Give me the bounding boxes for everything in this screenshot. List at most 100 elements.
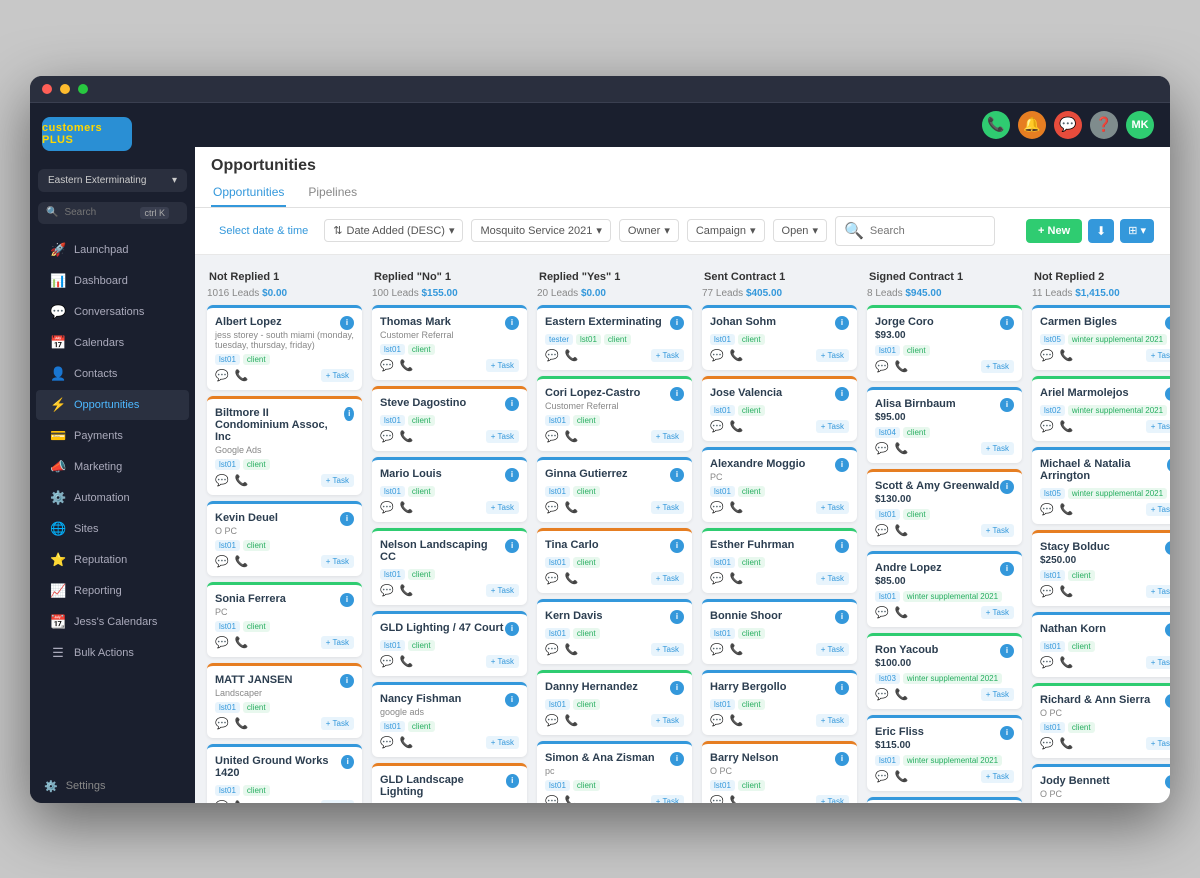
kanban-card[interactable]: Michael & Natalia Arrington i lst05winte… [1032,447,1170,524]
phone-icon[interactable]: 📞 [235,369,249,382]
task-button[interactable]: + Task [981,360,1014,373]
sidebar-item-marketing[interactable]: 📣 Marketing [36,452,189,482]
reply-icon[interactable]: 💬 [875,606,889,619]
kanban-card[interactable]: Danny Hernandez i lst01client 💬 📞 + Task [537,670,692,735]
phone-icon[interactable]: 📞 [565,430,579,443]
task-button[interactable]: + Task [321,800,354,803]
card-info-icon[interactable]: i [340,593,354,607]
card-info-icon[interactable]: i [505,693,519,707]
phone-icon[interactable]: 📞 [982,111,1010,139]
task-button[interactable]: + Task [1146,349,1170,362]
phone-icon[interactable]: 📞 [895,688,909,701]
sidebar-item-conversations[interactable]: 💬 Conversations [36,297,189,327]
task-button[interactable]: + Task [1146,656,1170,669]
sidebar-item-sites[interactable]: 🌐 Sites [36,514,189,544]
kanban-card[interactable]: GLD Landscape Lighting i lst01client 💬 📞… [372,763,527,803]
card-info-icon[interactable]: i [670,681,684,695]
phone-icon[interactable]: 📞 [730,714,744,727]
card-info-icon[interactable]: i [835,752,849,766]
task-button[interactable]: + Task [651,795,684,803]
kanban-card[interactable]: Nathan Korn i lst01client 💬 📞 + Task [1032,612,1170,677]
kanban-card[interactable]: Albert Lopez i jess storey - south miami… [207,305,362,390]
kanban-card[interactable]: Bonnie Shoor i lst01client 💬 📞 + Task [702,599,857,664]
phone-icon[interactable]: 📞 [1060,503,1074,516]
sidebar-item-launchpad[interactable]: 🚀 Launchpad [36,235,189,265]
kanban-card[interactable]: Scott & Amy Greenwald i $130.00 lst01cli… [867,469,1022,545]
kanban-card[interactable]: Cori Lopez-Castro i Customer Referral ls… [537,376,692,451]
card-info-icon[interactable]: i [505,622,519,636]
task-button[interactable]: + Task [816,349,849,362]
kanban-card[interactable]: Nelson Landscaping CC i lst01client 💬 📞 … [372,528,527,605]
download-button[interactable]: ⬇ [1088,219,1114,243]
phone-icon[interactable]: 📞 [730,795,744,803]
card-info-icon[interactable]: i [1000,480,1014,494]
tab-pipelines[interactable]: Pipelines [306,179,359,207]
task-button[interactable]: + Task [486,584,519,597]
kanban-card[interactable]: Stacy Bolduc i $250.00 lst01client 💬 📞 +… [1032,530,1170,606]
reply-icon[interactable]: 💬 [710,420,724,433]
task-button[interactable]: + Task [1146,737,1170,750]
phone-icon[interactable]: 📞 [730,501,744,514]
phone-icon[interactable]: 📞 [235,636,249,649]
reply-icon[interactable]: 💬 [545,795,559,803]
reply-icon[interactable]: 💬 [545,643,559,656]
kanban-card[interactable]: Jose Valencia i lst01client 💬 📞 + Task [702,376,857,441]
task-button[interactable]: + Task [816,643,849,656]
search-input[interactable] [64,207,134,218]
kanban-card[interactable]: Eric Fliss i $115.00 lst01winter supplem… [867,715,1022,791]
card-info-icon[interactable]: i [344,407,354,421]
phone-icon[interactable]: 📞 [235,474,249,487]
phone-icon[interactable]: 📞 [565,795,579,803]
company-selector[interactable]: Eastern Exterminating ▾ [38,169,187,192]
task-button[interactable]: + Task [486,655,519,668]
sort-filter[interactable]: ⇅ Date Added (DESC) ▾ [324,219,463,242]
kanban-card[interactable]: Vince Castro i 💬 📞 + Task [867,797,1022,803]
reply-icon[interactable]: 💬 [875,688,889,701]
card-info-icon[interactable]: i [505,468,519,482]
kanban-card[interactable]: Carmen Bigles i lst05winter supplemental… [1032,305,1170,370]
reply-icon[interactable]: 💬 [1040,737,1054,750]
kanban-card[interactable]: Kern Davis i lst01client 💬 📞 + Task [537,599,692,664]
reply-icon[interactable]: 💬 [545,430,559,443]
task-button[interactable]: + Task [816,420,849,433]
task-button[interactable]: + Task [651,349,684,362]
task-button[interactable]: + Task [651,714,684,727]
card-info-icon[interactable]: i [1165,387,1170,401]
reply-icon[interactable]: 💬 [1040,656,1054,669]
reply-icon[interactable]: 💬 [710,572,724,585]
reply-icon[interactable]: 💬 [545,714,559,727]
kanban-card[interactable]: Thomas Mark i Customer Referral lst01cli… [372,305,527,380]
sidebar-item-dashboard[interactable]: 📊 Dashboard [36,266,189,296]
task-button[interactable]: + Task [816,572,849,585]
task-button[interactable]: + Task [321,555,354,568]
card-info-icon[interactable]: i [835,610,849,624]
task-button[interactable]: + Task [1146,585,1170,598]
browser-close[interactable] [42,84,52,94]
kanban-card[interactable]: Mario Louis i lst01client 💬 📞 + Task [372,457,527,522]
phone-icon[interactable]: 📞 [565,714,579,727]
kanban-card[interactable]: Jody Bennett i O PC lst01client 💬 📞 + Ta… [1032,764,1170,803]
task-button[interactable]: + Task [651,572,684,585]
sidebar-item-jess-calendars[interactable]: 📆 Jess's Calendars [36,607,189,637]
sidebar-item-calendars[interactable]: 📅 Calendars [36,328,189,358]
kanban-card[interactable]: Steve Dagostino i lst01client 💬 📞 + Task [372,386,527,451]
pipeline-filter[interactable]: Mosquito Service 2021 ▾ [471,219,610,242]
reply-icon[interactable]: 💬 [545,349,559,362]
browser-minimize[interactable] [60,84,70,94]
phone-icon[interactable]: 📞 [400,655,414,668]
reply-icon[interactable]: 💬 [215,717,229,730]
card-info-icon[interactable]: i [670,316,684,330]
reply-icon[interactable]: 💬 [1040,420,1054,433]
sidebar-search[interactable]: 🔍 ctrl K [38,202,187,224]
kanban-card[interactable]: Barry Nelson i O PC lst01client 💬 📞 + Ta… [702,741,857,803]
card-info-icon[interactable]: i [341,755,354,769]
filter-search-input[interactable] [870,225,986,237]
task-button[interactable]: + Task [981,524,1014,537]
phone-icon[interactable]: 📞 [730,572,744,585]
reply-icon[interactable]: 💬 [875,770,889,783]
reply-icon[interactable]: 💬 [1040,503,1054,516]
view-toggle-button[interactable]: ⊞ ▾ [1120,219,1154,243]
sidebar-item-contacts[interactable]: 👤 Contacts [36,359,189,389]
card-info-icon[interactable]: i [670,387,684,401]
reply-icon[interactable]: 💬 [380,584,394,597]
